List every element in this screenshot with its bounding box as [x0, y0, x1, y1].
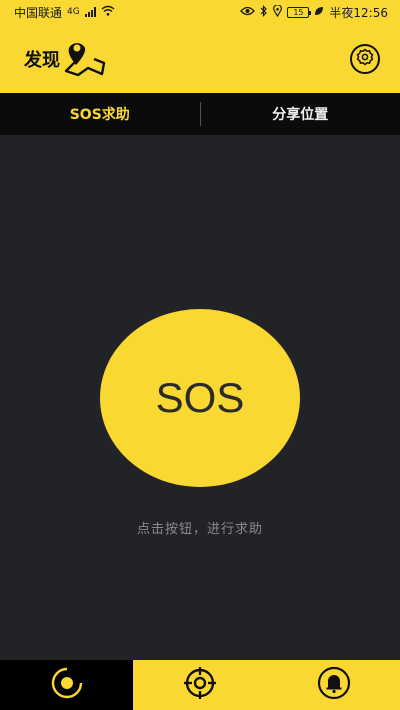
- sos-button-label: SOS: [155, 374, 245, 421]
- tab-bar: SOS求助 分享位置: [0, 93, 400, 135]
- status-right: 15 半夜12:56: [240, 3, 388, 21]
- status-bar: 中国联通 4G 15 半夜12:56: [0, 0, 400, 24]
- crosshair-icon: [183, 666, 217, 704]
- bell-icon: [317, 666, 351, 704]
- gear-icon: [356, 48, 374, 70]
- sos-button[interactable]: SOS: [100, 309, 300, 487]
- map-pin-icon: [64, 37, 106, 81]
- carrier-name: 中国联通: [14, 5, 63, 20]
- nav-item-radar[interactable]: [0, 660, 133, 710]
- battery-icon: 15: [287, 6, 312, 18]
- tab-label: SOS求助: [69, 107, 130, 123]
- status-left: 中国联通 4G: [14, 4, 115, 21]
- leaf-icon: [314, 5, 324, 19]
- tab-label: 分享位置: [272, 107, 329, 123]
- main-content: SOS 点击按钮，进行求助: [0, 135, 400, 660]
- bottom-nav: [0, 660, 400, 710]
- brand: 发现: [24, 37, 106, 81]
- location-icon: [273, 3, 283, 20]
- bluetooth-icon: [260, 4, 268, 20]
- wifi-icon: [101, 5, 115, 19]
- signal-icon: [84, 7, 96, 17]
- radar-icon: [50, 666, 84, 704]
- nav-item-notifications[interactable]: [267, 660, 400, 710]
- tab-share-location[interactable]: 分享位置: [201, 93, 400, 135]
- tab-sos-help[interactable]: SOS求助: [0, 93, 200, 135]
- battery-level: 15: [293, 7, 304, 17]
- app-header: 发现: [0, 24, 400, 93]
- settings-button[interactable]: [350, 43, 380, 74]
- network-type: 4G: [67, 7, 80, 17]
- hint-text: 点击按钮，进行求助: [136, 522, 263, 537]
- eye-icon: [240, 5, 256, 19]
- nav-item-locate[interactable]: [133, 660, 267, 710]
- clock-text: 半夜12:56: [329, 5, 388, 20]
- page-title: 发现: [24, 49, 60, 71]
